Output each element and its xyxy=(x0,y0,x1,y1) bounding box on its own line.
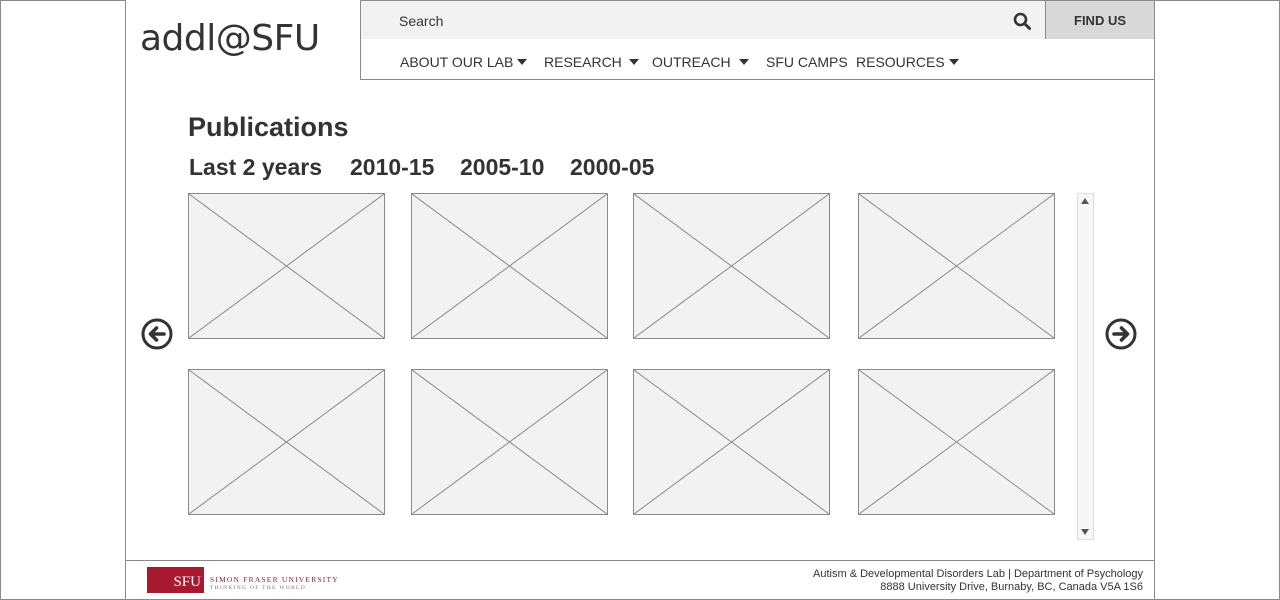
footer-address: 8888 University Drive, Burnaby, BC, Cana… xyxy=(880,581,1143,593)
nav-item-outreach[interactable]: OUTREACH xyxy=(652,54,731,70)
nav-item-sfu-camps[interactable]: SFU CAMPS xyxy=(766,54,848,70)
chevron-down-icon[interactable] xyxy=(629,59,639,65)
vertical-scrollbar[interactable] xyxy=(1077,193,1094,540)
search-input[interactable]: Search xyxy=(360,0,1046,40)
publication-thumbnail[interactable] xyxy=(633,193,830,339)
image-placeholder-icon xyxy=(634,370,829,514)
sfu-logo[interactable]: SFU xyxy=(147,567,204,593)
page-title: Publications xyxy=(188,112,349,142)
publication-thumbnail[interactable] xyxy=(633,369,830,515)
tab-last-2-years[interactable]: Last 2 years xyxy=(189,154,322,181)
university-name: SIMON FRASER UNIVERSITY xyxy=(210,575,339,584)
chevron-down-icon[interactable] xyxy=(739,59,749,65)
main-content: Publications Last 2 years 2010-15 2005-1… xyxy=(125,80,1155,561)
nav-item-about-our-lab[interactable]: ABOUT OUR LAB xyxy=(400,54,513,70)
main-nav: ABOUT OUR LAB RESEARCH OUTREACH SFU CAMP… xyxy=(360,39,1155,80)
arrow-right-circle-icon[interactable] xyxy=(1105,318,1137,350)
tab-2010-15[interactable]: 2010-15 xyxy=(350,154,434,181)
scroll-down-icon[interactable] xyxy=(1081,529,1089,535)
search-icon[interactable] xyxy=(1013,12,1031,30)
image-placeholder-icon xyxy=(859,194,1054,338)
image-placeholder-icon xyxy=(189,194,384,338)
chevron-down-icon[interactable] xyxy=(517,59,527,65)
nav-item-resources[interactable]: RESOURCES xyxy=(856,54,945,70)
footer: SFU SIMON FRASER UNIVERSITY THINKING OF … xyxy=(125,561,1155,600)
arrow-left-circle-icon[interactable] xyxy=(141,318,173,350)
search-placeholder: Search xyxy=(399,13,444,29)
tab-2000-05[interactable]: 2000-05 xyxy=(570,154,654,181)
image-placeholder-icon xyxy=(634,194,829,338)
image-placeholder-icon xyxy=(189,370,384,514)
footer-lab-info: Autism & Developmental Disorders Lab | D… xyxy=(813,568,1143,580)
image-placeholder-icon xyxy=(412,194,607,338)
publication-thumbnail[interactable] xyxy=(858,369,1055,515)
university-tagline: THINKING OF THE WORLD xyxy=(210,585,306,591)
site-logo[interactable]: addl@SFU xyxy=(140,18,320,59)
publication-thumbnail[interactable] xyxy=(411,369,608,515)
image-placeholder-icon xyxy=(412,370,607,514)
logo-area[interactable]: addl@SFU xyxy=(125,0,361,80)
image-placeholder-icon xyxy=(859,370,1054,514)
nav-item-research[interactable]: RESEARCH xyxy=(544,54,622,70)
publication-thumbnail[interactable] xyxy=(411,193,608,339)
scroll-up-icon[interactable] xyxy=(1081,198,1089,204)
tab-2005-10[interactable]: 2005-10 xyxy=(460,154,544,181)
publication-thumbnail[interactable] xyxy=(188,193,385,339)
chevron-down-icon[interactable] xyxy=(949,59,959,65)
find-us-button[interactable]: FIND US xyxy=(1045,0,1155,40)
publication-thumbnail[interactable] xyxy=(188,369,385,515)
publication-thumbnail[interactable] xyxy=(858,193,1055,339)
